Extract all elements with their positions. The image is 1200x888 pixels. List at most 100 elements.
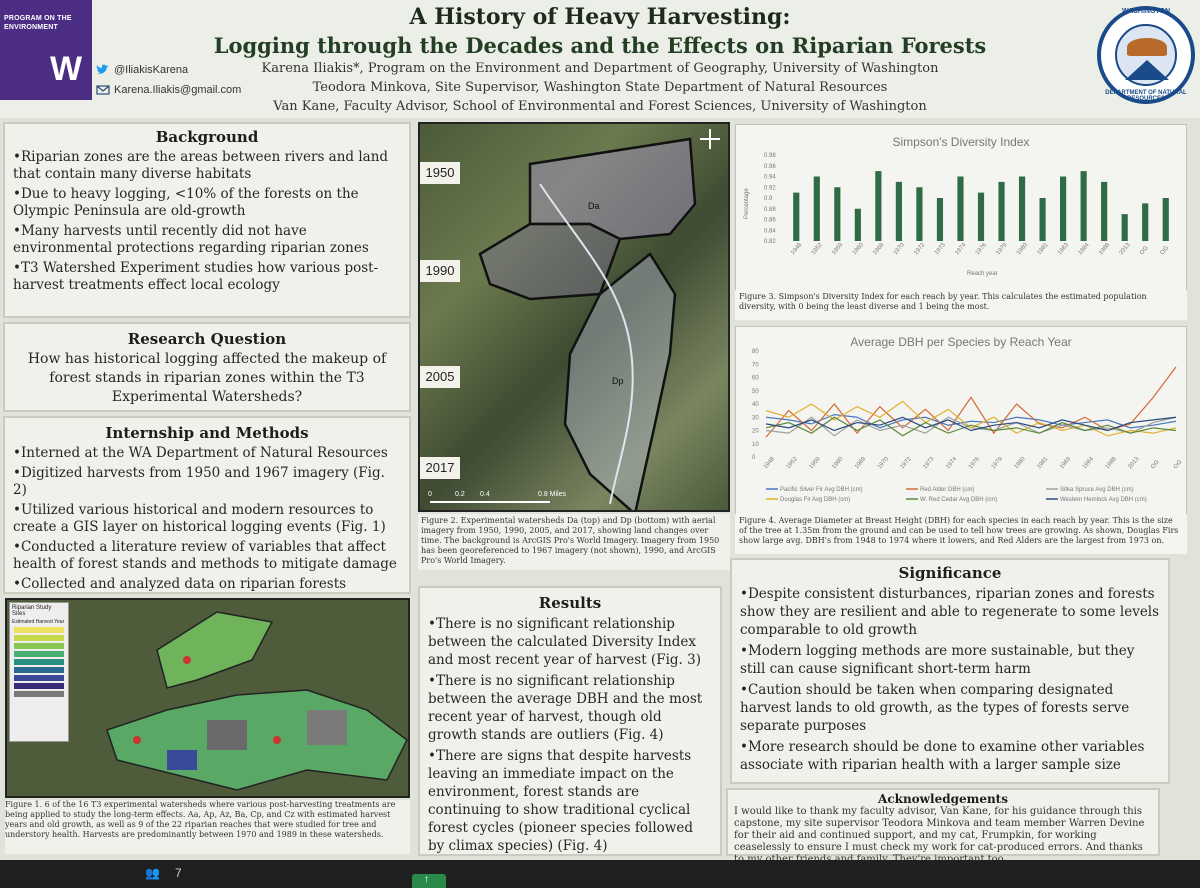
y-tick-label: 20: [752, 429, 759, 435]
y-tick-label: 0: [752, 455, 756, 461]
author-line: Karena Iliakis*, Program on the Environm…: [261, 61, 939, 76]
poster: PROGRAM ON THE ENVIRONMENT W @IliakisKar…: [0, 0, 1200, 860]
poster-title: A History of Heavy Harvesting:: [409, 4, 791, 30]
methods-section: Internship and Methods Interned at the W…: [3, 416, 411, 594]
y-tick-label: 0.82: [764, 239, 776, 245]
watershed-label-da: Da: [588, 201, 600, 211]
watershed-outlines: Da Dp 0 0.2 0.4 0.8 Miles: [428, 129, 720, 510]
participants-icon[interactable]: 👥: [145, 866, 160, 880]
x-tick-label: 1969: [854, 456, 868, 471]
fig2-caption-box: Figure 2. Experimental watersheds Da (to…: [418, 514, 730, 570]
bar: [1101, 181, 1108, 241]
x-tick-label: 1980: [1016, 242, 1030, 257]
acknowledgements-heading: Acknowledgements: [878, 792, 1008, 806]
series-line: [765, 366, 1177, 438]
x-tick-label: 1952: [811, 242, 825, 257]
uw-logo: PROGRAM ON THE ENVIRONMENT W: [0, 0, 92, 100]
research-question-text: How has historical logging affected the …: [27, 351, 387, 405]
list-item: There is no significant relationship bet…: [428, 615, 712, 669]
author-line: Teodora Minkova, Site Supervisor, Washin…: [312, 80, 888, 95]
results-list: There is no significant relationship bet…: [428, 615, 712, 855]
bar: [1162, 198, 1169, 241]
x-tick-label: OG: [1150, 459, 1161, 470]
x-tick-label: 1981: [1036, 242, 1050, 257]
x-tick-label: 1948: [763, 456, 777, 471]
x-tick-label: 1948: [790, 242, 804, 257]
uw-w-mark: W: [50, 50, 83, 88]
x-tick-label: 1974: [954, 242, 968, 257]
bar: [793, 192, 800, 241]
poster-subtitle: Logging through the Decades and the Effe…: [213, 33, 987, 58]
poster-header: PROGRAM ON THE ENVIRONMENT W @IliakisKar…: [0, 0, 1200, 118]
bar: [998, 181, 1005, 241]
list-item: There are signs that despite harvests le…: [428, 747, 712, 855]
significance-heading: Significance: [898, 564, 1002, 582]
research-question-heading: Research Question: [127, 330, 287, 348]
y-tick-label: 0.96: [764, 164, 776, 170]
author-line: Van Kane, Faculty Advisor, School of Env…: [273, 99, 927, 114]
bar: [834, 187, 841, 241]
list-item: Utilized various historical and modern r…: [13, 502, 401, 536]
y-axis-label: Percentage: [744, 188, 750, 219]
bar: [1121, 214, 1128, 241]
list-item: Collected and analyzed data on riparian …: [13, 576, 401, 593]
bar: [813, 176, 820, 241]
year-label: 1950: [420, 162, 460, 184]
participants-count: 7: [175, 866, 182, 880]
bar: [957, 176, 964, 241]
x-tick-label: 1972: [900, 456, 914, 471]
y-tick-label: 40: [752, 402, 759, 408]
series-line: [765, 416, 1177, 437]
x-tick-label: 1959: [808, 456, 822, 471]
line-chart-svg: 80 70 60 50 40 30 20 10 0 1948 1952 1959 1960 1969 197…: [752, 349, 1184, 503]
fig3-caption-box: Figure 3. Simpson's Diversity Index for …: [735, 290, 1187, 320]
year-label: 2005: [420, 366, 460, 388]
list-item: Caution should be taken when comparing d…: [740, 681, 1160, 735]
results-heading: Results: [538, 594, 602, 612]
scale-label: 0.2: [455, 491, 465, 498]
seal-text-top: WASHINGTON: [1121, 8, 1171, 15]
dbh-chart: Average DBH per Species by Reach Year 80…: [735, 326, 1187, 526]
y-tick-label: 0.9: [764, 196, 773, 202]
bar: [895, 181, 902, 241]
x-tick-label: 1976: [968, 456, 982, 471]
fig4-caption: Figure 4. Average Diameter at Breast Hei…: [739, 516, 1179, 545]
x-tick-label: OG: [1173, 459, 1184, 470]
share-screen-button[interactable]: ↑: [412, 874, 446, 888]
fig1-caption-box: Figure 1. 6 of the 16 T3 experimental wa…: [5, 800, 410, 854]
x-tick-label: 1960: [831, 456, 845, 471]
list-item: Many harvests until recently did not hav…: [13, 223, 401, 257]
y-tick-label: 60: [752, 376, 759, 382]
significance-list: Despite consistent disturbances, riparia…: [740, 585, 1160, 774]
scale-label: 0.4: [480, 491, 490, 498]
list-item: Interned at the WA Department of Natural…: [13, 445, 401, 462]
legend-label: Red Alder DBH (cm): [920, 487, 974, 493]
x-tick-label: 1972: [913, 242, 927, 257]
x-tick-label: 1974: [945, 456, 959, 471]
seal-emblem: [1115, 24, 1177, 86]
bar: [1039, 198, 1046, 241]
x-tick-label: 1960: [852, 242, 866, 257]
north-arrow-icon: [700, 129, 720, 149]
year-label: 1990: [420, 260, 460, 282]
legend-label: Western Hemlock Avg DBH (cm): [1060, 497, 1147, 503]
background-section: Background Riparian zones are the areas …: [3, 122, 411, 318]
x-tick-label: 1979: [995, 242, 1009, 257]
y-tick-label: 0.84: [764, 228, 776, 234]
mail-icon: [96, 85, 110, 95]
bar: [916, 187, 923, 241]
y-tick-label: 0.98: [764, 153, 776, 159]
year-label: 2017: [420, 457, 460, 479]
x-tick-label: 1981: [1036, 456, 1050, 471]
bar: [1142, 203, 1149, 241]
bar: [854, 208, 861, 241]
x-tick-label: 1969: [872, 242, 886, 257]
program-label-line: PROGRAM ON THE: [4, 15, 72, 22]
list-item: Digitized harvests from 1950 and 1967 im…: [13, 465, 401, 499]
watershed-polygons: [106, 611, 408, 791]
significance-section: Significance Despite consistent disturba…: [730, 558, 1170, 784]
y-tick-label: 70: [752, 362, 759, 368]
legend-label: Sitka Spruce Avg DBH (cm): [1060, 487, 1134, 493]
series-line: [765, 416, 1177, 432]
x-tick-label: 1984: [1082, 456, 1096, 471]
